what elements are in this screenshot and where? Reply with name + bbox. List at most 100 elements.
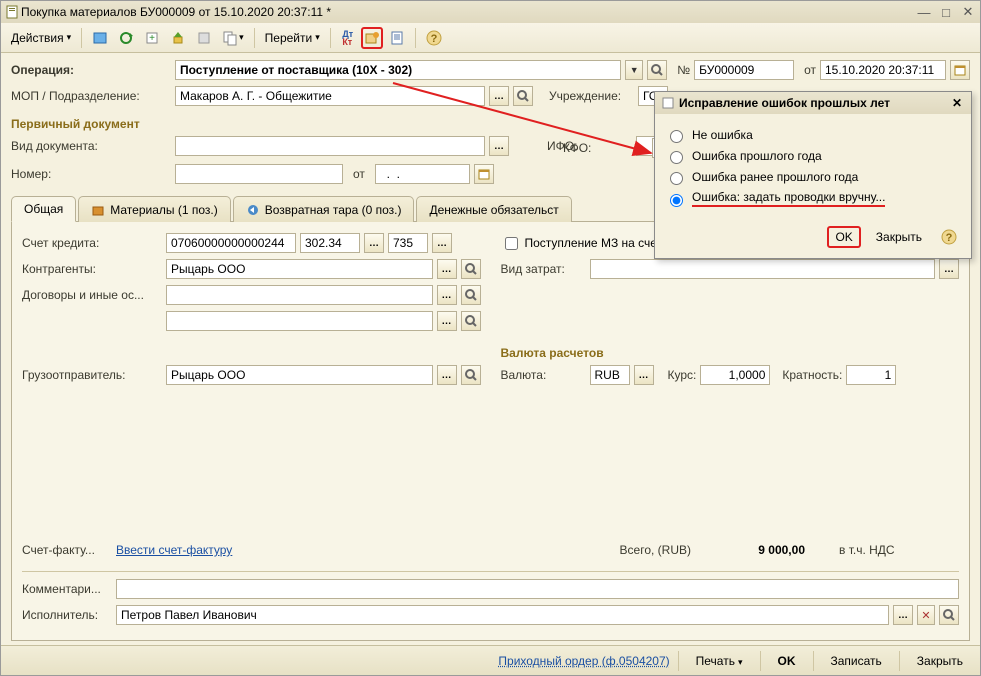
schet1-field[interactable]: [166, 233, 296, 253]
minimize-icon[interactable]: —: [916, 5, 932, 19]
tb-icon-errors-highlight[interactable]: [361, 27, 383, 49]
close-button[interactable]: Закрыть: [908, 650, 972, 672]
date-calendar-button[interactable]: [950, 60, 970, 80]
kontr-label: Контрагенты:: [22, 262, 162, 276]
number-label: №: [677, 63, 690, 77]
post-mz-checkbox[interactable]: [505, 237, 518, 250]
sf-label: Счет-факту...: [22, 543, 112, 557]
tb-icon-5[interactable]: [192, 27, 216, 49]
kontr-select[interactable]: …: [437, 259, 457, 279]
tb-icon-1[interactable]: [88, 27, 112, 49]
krat-field[interactable]: [846, 365, 896, 385]
tb-icon-refresh[interactable]: [114, 27, 138, 49]
gruz-open[interactable]: [461, 365, 481, 385]
box-icon: [91, 203, 105, 217]
ot-calendar-button[interactable]: [474, 164, 494, 184]
isp-select[interactable]: …: [893, 605, 913, 625]
dog-select[interactable]: …: [437, 285, 457, 305]
tab-tara[interactable]: Возвратная тара (0 поз.): [233, 196, 415, 222]
gruz-label: Грузоотправитель:: [22, 368, 162, 382]
popup-icon: [661, 96, 675, 110]
val-select[interactable]: …: [634, 365, 654, 385]
mop-open-button[interactable]: [513, 86, 533, 106]
tb-icon-dtkt[interactable]: ДтКт: [337, 27, 359, 49]
doc-icon: [5, 4, 21, 20]
sf-link[interactable]: Ввести счет-фактуру: [116, 543, 232, 557]
number-field[interactable]: [694, 60, 794, 80]
tb-icon-basedon[interactable]: ▾: [218, 27, 248, 49]
window-title: Покупка материалов БУ000009 от 15.10.202…: [21, 5, 331, 19]
mop-label: МОП / Подразделение:: [11, 89, 171, 103]
vid-zat-select[interactable]: …: [939, 259, 959, 279]
isp-open[interactable]: [939, 605, 959, 625]
schet2-field[interactable]: [300, 233, 360, 253]
operation-select[interactable]: [175, 60, 621, 80]
tab-general[interactable]: Общая: [11, 196, 76, 222]
popup-option-4[interactable]: Ошибка: задать проводки вручну...: [665, 190, 961, 207]
dog2-open[interactable]: [461, 311, 481, 331]
gruz-field[interactable]: [166, 365, 433, 385]
vsego-value: 9 000,00: [725, 543, 805, 557]
uchr-label: Учреждение:: [549, 89, 634, 103]
val-field[interactable]: [590, 365, 630, 385]
print-button[interactable]: Печать▾: [687, 650, 752, 672]
ot-date-field[interactable]: [375, 164, 470, 184]
ok-button[interactable]: OK: [769, 650, 805, 672]
nomer-field[interactable]: [175, 164, 343, 184]
tb-icon-help[interactable]: ?: [422, 27, 446, 49]
vid-zat-label: Вид затрат:: [501, 262, 586, 276]
nomer-label: Номер:: [11, 167, 171, 181]
kfo-label: КФО:: [563, 141, 648, 155]
isp-clear[interactable]: ✕: [917, 605, 935, 625]
vid-doc-select[interactable]: …: [489, 136, 509, 156]
tb-icon-add[interactable]: +: [140, 27, 164, 49]
kontr-open[interactable]: [461, 259, 481, 279]
operation-dropdown[interactable]: ▼: [625, 60, 643, 80]
popup-help-icon[interactable]: ?: [937, 226, 961, 248]
schet2-select[interactable]: …: [364, 233, 384, 253]
popup-ok-button[interactable]: OK: [827, 226, 860, 248]
popup-option-3[interactable]: Ошибка ранее прошлого года: [665, 169, 961, 185]
tb-icon-report[interactable]: [385, 27, 409, 49]
mop-select-button[interactable]: …: [489, 86, 509, 106]
vid-zat-field[interactable]: [590, 259, 936, 279]
toolbar: Действия▾ + ▾ Перейти▾ ДтКт ?: [1, 23, 980, 53]
isp-label: Исполнитель:: [22, 608, 112, 622]
maximize-icon[interactable]: □: [938, 5, 954, 19]
close-icon[interactable]: ✕: [960, 5, 976, 19]
schet3-field[interactable]: [388, 233, 428, 253]
gruz-select[interactable]: …: [437, 365, 457, 385]
kontr-field[interactable]: [166, 259, 433, 279]
goto-menu[interactable]: Перейти▾: [261, 27, 324, 49]
popup-close-button[interactable]: Закрыть: [867, 226, 931, 248]
schet3-select[interactable]: …: [432, 233, 452, 253]
dog2-select[interactable]: …: [437, 311, 457, 331]
titlebar: Покупка материалов БУ000009 от 15.10.202…: [1, 1, 980, 23]
dog-open[interactable]: [461, 285, 481, 305]
isp-field[interactable]: [116, 605, 889, 625]
tb-icon-post[interactable]: [166, 27, 190, 49]
save-button[interactable]: Записать: [822, 650, 891, 672]
order-link[interactable]: Приходный ордер (ф.0504207): [498, 654, 669, 668]
tab-materials[interactable]: Материалы (1 поз.): [78, 196, 230, 222]
main-window: Покупка материалов БУ000009 от 15.10.202…: [0, 0, 981, 676]
return-icon: [246, 203, 260, 217]
actions-menu[interactable]: Действия▾: [7, 27, 75, 49]
popup-option-2[interactable]: Ошибка прошлого года: [665, 148, 961, 164]
kurs-field[interactable]: [700, 365, 770, 385]
tab-obligations[interactable]: Денежные обязательст: [416, 196, 571, 222]
svg-text:?: ?: [430, 33, 437, 45]
date-field[interactable]: [820, 60, 946, 80]
bottom-bar: Приходный ордер (ф.0504207) Печать▾ OK З…: [1, 645, 980, 675]
vsego-label: Всего, (RUB): [620, 543, 691, 557]
dog-field[interactable]: [166, 285, 433, 305]
mop-field[interactable]: [175, 86, 485, 106]
operation-label: Операция:: [11, 63, 171, 77]
komm-field[interactable]: [116, 579, 959, 599]
operation-open[interactable]: [647, 60, 667, 80]
popup-option-1[interactable]: Не ошибка: [665, 127, 961, 143]
popup-close-icon[interactable]: ✕: [949, 96, 965, 110]
vid-doc-field[interactable]: [175, 136, 485, 156]
svg-text:+: +: [149, 33, 155, 44]
dog2-field[interactable]: [166, 311, 433, 331]
